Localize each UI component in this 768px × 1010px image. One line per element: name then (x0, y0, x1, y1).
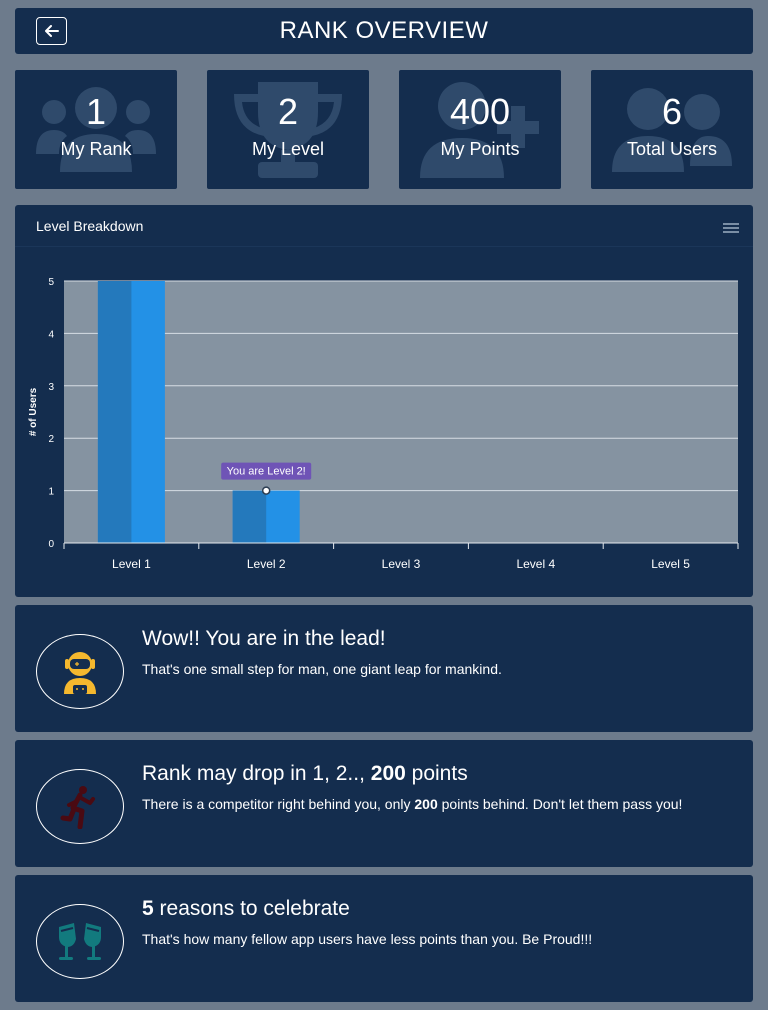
y-tick-label: 0 (48, 539, 54, 550)
message-heading: Rank may drop in 1, 2.., 200 points (142, 762, 468, 785)
y-axis-label: # of Users (28, 387, 39, 436)
stat-label: My Points (440, 139, 520, 159)
astronaut-icon (36, 634, 124, 709)
stat-card-my-points: 400 My Points (399, 70, 561, 189)
level-breakdown-chart: Level Breakdown 012345 Level 1 Level 2 Lev… (15, 205, 753, 597)
stat-value: 6 (661, 91, 683, 132)
x-tick-label: Level 5 (651, 557, 690, 571)
stat-value: 1 (85, 91, 107, 132)
message-card-rank-drop: Rank may drop in 1, 2.., 200 points Ther… (15, 740, 753, 867)
bar[interactable] (97, 281, 165, 543)
stat-card-my-rank: 1 My Rank (15, 70, 177, 189)
header-bar: RANK OVERVIEW (15, 8, 753, 54)
tooltip-marker (261, 486, 271, 495)
message-heading: Wow!! You are in the lead! (142, 627, 386, 650)
message-body: That's how many fellow app users have le… (142, 931, 593, 947)
y-tick-label: 5 (48, 277, 54, 288)
glasses-cheers-icon (36, 904, 124, 979)
stat-card-my-level: 2 My Level (207, 70, 369, 189)
message-card-celebrate: 5 reasons to celebrate That's how many f… (15, 875, 753, 1002)
message-heading: 5 reasons to celebrate (142, 897, 350, 920)
message-body: That's one small step for man, one giant… (142, 661, 502, 677)
x-tick-label: Level 3 (382, 557, 421, 571)
arrow-left-icon (44, 25, 59, 37)
running-person-icon (36, 769, 124, 844)
stat-label: My Level (251, 139, 325, 159)
message-body: There is a competitor right behind you, … (142, 796, 683, 812)
x-tick-label: Level 1 (112, 557, 151, 571)
bar-chart: 0 1 2 3 4 5 Level 1 Level 2 Level 3 Level 4 Level… (28, 277, 739, 571)
stat-label: Total Users (626, 139, 718, 159)
svg-text:You are Level 2!: You are Level 2! (227, 466, 306, 478)
back-button[interactable] (36, 17, 67, 45)
y-tick-label: 2 (48, 434, 54, 445)
stat-card-total-users: 6 Total Users (591, 70, 753, 189)
y-tick-label: 1 (48, 487, 54, 498)
y-tick-label: 3 (48, 382, 54, 393)
plot-area (64, 281, 738, 543)
message-card-lead: Wow!! You are in the lead! That's one sm… (15, 605, 753, 732)
stat-label: My Rank (60, 139, 132, 159)
chart-tooltip: You are Level 2! (221, 462, 312, 480)
y-tick-label: 4 (48, 329, 54, 340)
x-tick-label: Level 2 (247, 557, 286, 571)
x-tick-label: Level 4 (516, 557, 555, 571)
bar[interactable] (232, 490, 300, 543)
stat-value: 400 (449, 91, 511, 132)
stat-value: 2 (277, 91, 299, 132)
page-title: RANK OVERVIEW (279, 17, 489, 44)
